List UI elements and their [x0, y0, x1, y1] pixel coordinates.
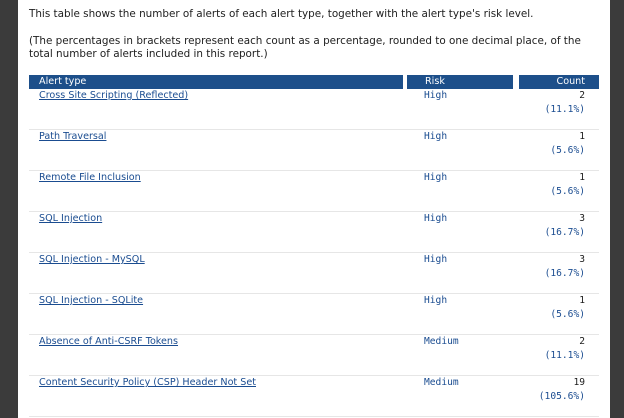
alert-count: 2 [579, 336, 585, 347]
intro-line-1: This table shows the number of alerts of… [29, 8, 534, 20]
table-row: Absence of Anti-CSRF Tokens Medium 2 (11… [29, 335, 599, 376]
table-row: Cross Site Scripting (Reflected) High 2 … [29, 89, 599, 130]
table-row: Content Security Policy (CSP) Header Not… [29, 376, 599, 417]
alert-type-link[interactable]: SQL Injection - MySQL [39, 254, 145, 266]
risk-level: High [424, 295, 448, 306]
alert-type-table: Alert type Risk Count Cross Site Scripti… [29, 75, 599, 417]
intro-text: This table shows the number of alerts of… [29, 8, 601, 62]
table-row: SQL Injection - MySQL High 3 (16.7%) [29, 253, 599, 294]
alert-type-link[interactable]: Cross Site Scripting (Reflected) [39, 90, 188, 102]
table-header: Alert type Risk Count [29, 75, 599, 89]
header-risk: Risk [407, 75, 513, 89]
risk-level: Medium [424, 377, 459, 388]
alert-percentage: (11.1%) [544, 350, 585, 361]
alert-percentage: (5.6%) [550, 145, 585, 156]
alert-count: 3 [579, 254, 585, 265]
alert-percentage: (105.6%) [538, 391, 585, 402]
alert-type-link[interactable]: Remote File Inclusion [39, 172, 141, 184]
alert-count: 1 [579, 131, 585, 142]
table-row: SQL Injection High 3 (16.7%) [29, 212, 599, 253]
table-row: Path Traversal High 1 (5.6%) [29, 130, 599, 171]
alert-count: 19 [573, 377, 585, 388]
alert-count: 2 [579, 90, 585, 101]
risk-level: High [424, 90, 448, 101]
intro-line-2: (The percentages in brackets represent e… [29, 34, 581, 61]
alert-count: 1 [579, 172, 585, 183]
header-count: Count [519, 75, 599, 89]
alert-type-link[interactable]: SQL Injection [39, 213, 102, 225]
alert-type-link[interactable]: SQL Injection - SQLite [39, 295, 143, 307]
alert-percentage: (5.6%) [550, 186, 585, 197]
header-alert-type: Alert type [29, 75, 403, 89]
alert-type-link[interactable]: Content Security Policy (CSP) Header Not… [39, 377, 256, 389]
alert-type-link[interactable]: Path Traversal [39, 131, 106, 143]
risk-level: High [424, 131, 448, 142]
table-row: Remote File Inclusion High 1 (5.6%) [29, 171, 599, 212]
alert-type-link[interactable]: Absence of Anti-CSRF Tokens [39, 336, 178, 348]
alert-percentage: (11.1%) [544, 104, 585, 115]
alert-count: 1 [579, 295, 585, 306]
risk-level: High [424, 254, 448, 265]
alert-count: 3 [579, 213, 585, 224]
risk-level: High [424, 213, 448, 224]
risk-level: High [424, 172, 448, 183]
alert-percentage: (16.7%) [544, 268, 585, 279]
table-row: SQL Injection - SQLite High 1 (5.6%) [29, 294, 599, 335]
report-page: This table shows the number of alerts of… [18, 0, 610, 418]
alert-percentage: (5.6%) [550, 309, 585, 320]
alert-percentage: (16.7%) [544, 227, 585, 238]
risk-level: Medium [424, 336, 459, 347]
